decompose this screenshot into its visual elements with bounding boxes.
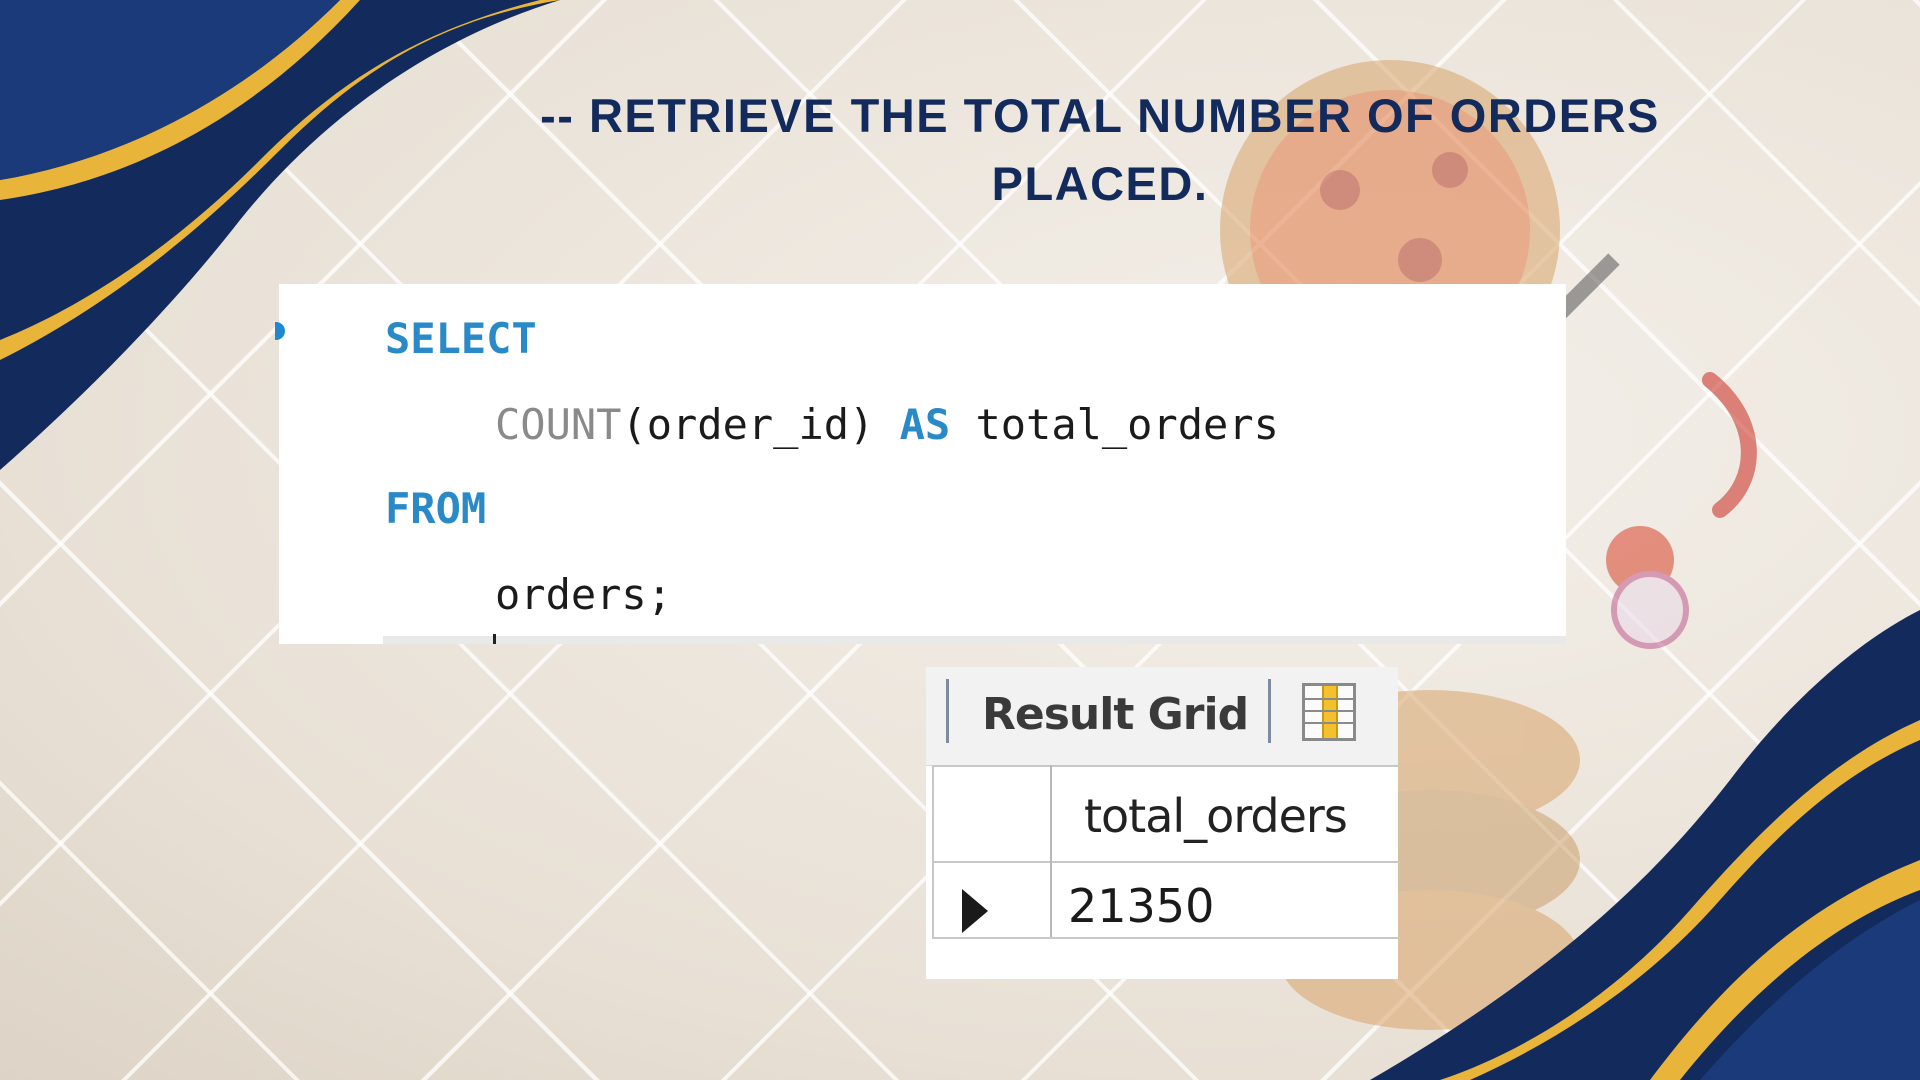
- grid-view-icon[interactable]: [1302, 683, 1356, 741]
- row-pointer-icon: [962, 889, 988, 933]
- execution-marker-icon: [275, 322, 285, 340]
- function-count: COUNT: [495, 400, 622, 449]
- table-name: orders;: [495, 570, 673, 619]
- keyword-from: FROM: [385, 484, 487, 533]
- toolbar-separator: [946, 679, 949, 743]
- column-alias: total_orders: [950, 400, 1279, 449]
- onion-illustration: [1611, 571, 1689, 649]
- text-caret: [493, 634, 496, 644]
- table-cell-total-orders[interactable]: 21350: [1068, 879, 1214, 933]
- result-grid-panel: Result Grid total_orders 21350: [926, 667, 1400, 979]
- chili-illustration: [1702, 372, 1757, 518]
- count-arguments: (order_id): [621, 400, 900, 449]
- row-divider: [934, 937, 1400, 939]
- toolbar-separator: [1268, 679, 1271, 743]
- title-line-2: PLACED.: [991, 157, 1209, 210]
- title-line-1: -- RETRIEVE THE TOTAL NUMBER OF ORDERS: [540, 89, 1660, 142]
- code-line-3: FROM: [385, 484, 486, 533]
- column-header-total-orders[interactable]: total_orders: [1084, 789, 1348, 843]
- column-divider: [1050, 765, 1052, 939]
- table-header-row: total_orders: [934, 765, 1400, 863]
- editor-bottom-edge: [383, 636, 1566, 644]
- code-line-1: SELECT: [385, 314, 537, 363]
- result-table: total_orders 21350: [932, 765, 1400, 939]
- code-line-2: COUNT(order_id) AS total_orders: [495, 400, 1279, 449]
- result-grid-tab[interactable]: Result Grid: [982, 689, 1249, 740]
- code-line-4: orders;: [495, 570, 672, 619]
- keyword-select: SELECT: [385, 314, 537, 363]
- sql-code-panel: SELECT COUNT(order_id) AS total_orders F…: [275, 284, 1566, 644]
- result-toolbar: Result Grid: [926, 667, 1398, 766]
- keyword-as: AS: [899, 400, 951, 449]
- page-title: -- RETRIEVE THE TOTAL NUMBER OF ORDERS P…: [440, 82, 1760, 218]
